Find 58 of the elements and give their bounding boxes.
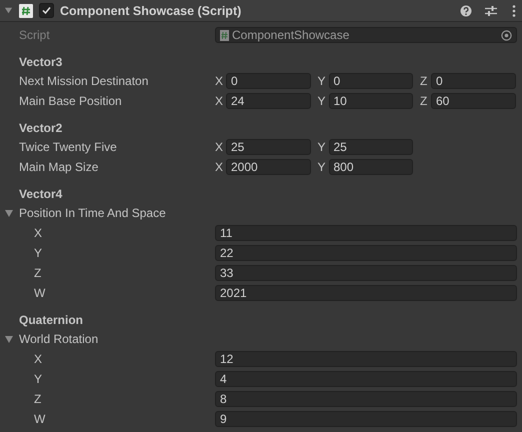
number-field[interactable]: 22: [215, 245, 517, 261]
expanded-arrow-icon[interactable]: [4, 208, 15, 218]
script-icon: [19, 4, 33, 18]
field-label: Z: [33, 392, 42, 406]
script-name: ComponentShowcase: [232, 28, 350, 42]
axis-label[interactable]: Y: [318, 160, 326, 174]
field-label: W: [33, 412, 46, 426]
number-field[interactable]: 0: [328, 73, 413, 89]
foldout-label[interactable]: World Rotation: [19, 332, 98, 346]
field-label: Z: [33, 266, 42, 280]
component-title: Component Showcase (Script): [60, 4, 242, 18]
more-menu-icon[interactable]: [512, 4, 516, 16]
field-label: Script: [19, 28, 51, 42]
section-heading: Vector4: [19, 186, 64, 203]
number-field[interactable]: 25: [328, 139, 413, 155]
expanded-arrow-icon[interactable]: [4, 6, 13, 15]
number-field[interactable]: 0: [226, 73, 310, 89]
number-field[interactable]: 2000: [226, 159, 310, 175]
field-label: X: [33, 226, 44, 240]
field-label: Y: [33, 246, 44, 260]
field-label: Next Mission Destinaton: [19, 74, 150, 88]
section-heading: Vector3: [19, 54, 64, 71]
number-field[interactable]: 4: [215, 371, 517, 387]
field-label: Main Map Size: [19, 160, 100, 174]
axis-label[interactable]: X: [215, 160, 224, 174]
field-label: Y: [33, 372, 44, 386]
axis-label[interactable]: X: [215, 140, 224, 154]
number-field[interactable]: 60: [431, 93, 516, 109]
field-label: Twice Twenty Five: [19, 140, 118, 154]
help-icon[interactable]: [460, 4, 472, 16]
number-field[interactable]: 24: [226, 93, 310, 109]
axis-label[interactable]: Y: [318, 140, 326, 154]
expanded-arrow-icon[interactable]: [4, 334, 15, 344]
field-label: X: [33, 352, 44, 366]
number-field[interactable]: 2021: [215, 285, 517, 301]
axis-label[interactable]: Y: [318, 74, 326, 88]
script-file-icon: [220, 30, 229, 40]
axis-label[interactable]: Z: [420, 94, 429, 108]
field-label: W: [33, 286, 46, 300]
field-label: Main Base Position: [19, 94, 123, 108]
section-heading: Vector2: [19, 120, 64, 137]
axis-label[interactable]: Y: [318, 94, 326, 108]
number-field[interactable]: 8: [215, 391, 517, 407]
number-field[interactable]: 25: [226, 139, 310, 155]
axis-label[interactable]: X: [215, 94, 224, 108]
number-field[interactable]: 11: [215, 225, 517, 241]
sliders-icon[interactable]: [484, 4, 498, 16]
number-field[interactable]: 9: [215, 411, 517, 427]
number-field[interactable]: 0: [431, 73, 516, 89]
number-field[interactable]: 800: [328, 159, 413, 175]
section-heading: Quaternion: [19, 312, 84, 329]
number-field[interactable]: 33: [215, 265, 517, 281]
axis-label[interactable]: Z: [420, 74, 429, 88]
foldout-label[interactable]: Position In Time And Space: [19, 206, 166, 220]
axis-label[interactable]: X: [215, 74, 224, 88]
number-field[interactable]: 10: [328, 93, 413, 109]
number-field[interactable]: 12: [215, 351, 517, 367]
enabled-checkbox[interactable]: [39, 3, 54, 18]
